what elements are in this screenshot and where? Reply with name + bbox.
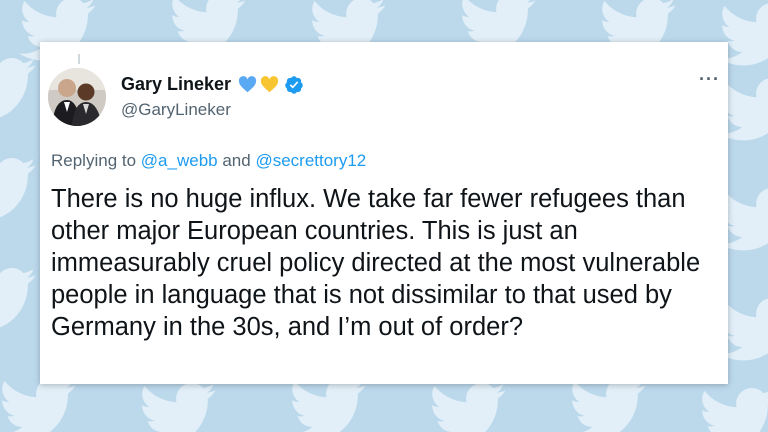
author-display-name[interactable]: Gary Lineker	[121, 74, 231, 95]
avatar[interactable]	[48, 68, 106, 126]
avatar-photo	[48, 68, 106, 126]
mention-link-secrettory12[interactable]: @secrettory12	[255, 151, 366, 170]
mention-link-a-webb[interactable]: @a_webb	[141, 151, 218, 170]
yellow-heart-icon	[260, 76, 279, 93]
more-options-icon[interactable]: ···	[699, 70, 720, 88]
verified-badge-icon	[285, 75, 303, 94]
reply-context: Replying to @a_webb and @secrettory12	[51, 151, 366, 171]
author-row: Gary Lineker	[121, 74, 304, 95]
reply-conjunction: and	[222, 151, 251, 170]
blue-heart-icon	[238, 76, 257, 93]
tweet-text: There is no huge influx. We take far few…	[51, 185, 701, 341]
reply-prefix: Replying to	[51, 151, 137, 170]
author-handle[interactable]: @GaryLineker	[121, 100, 231, 120]
thread-line	[78, 54, 80, 64]
